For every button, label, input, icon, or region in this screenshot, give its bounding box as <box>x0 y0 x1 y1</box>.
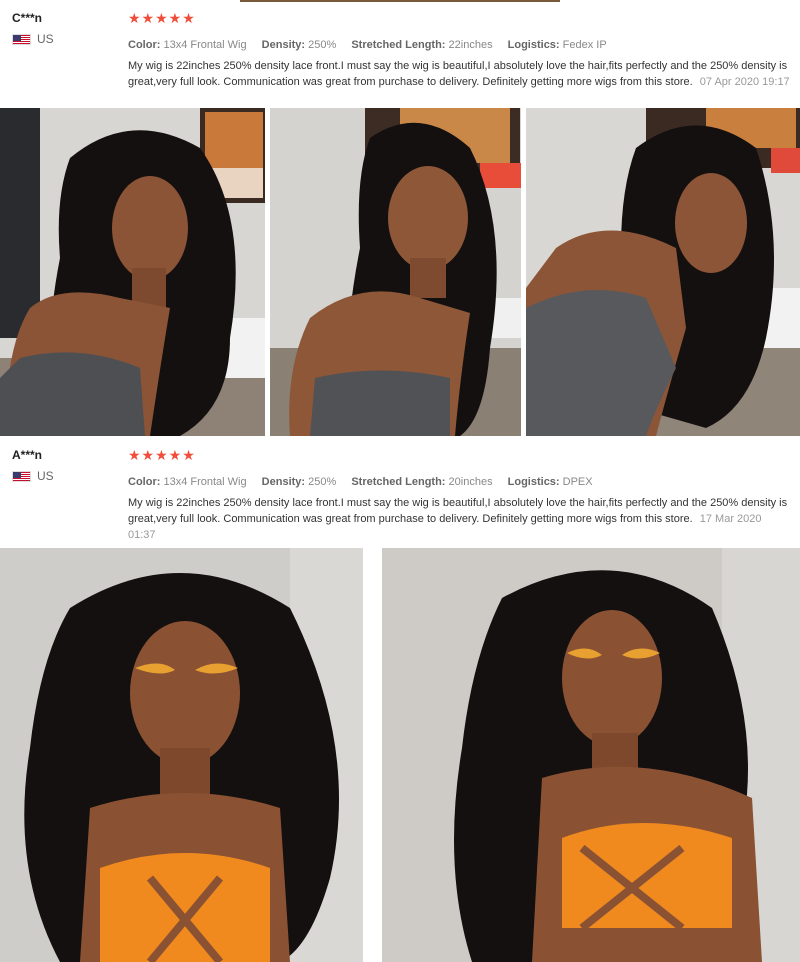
review-card: A***n US ★★★★★ Color: 13x4 Frontal Wig D… <box>0 439 800 545</box>
country-code: US <box>37 469 54 483</box>
review-card: C***n US ★★★★★ Color: 13x4 Frontal Wig D… <box>0 2 800 108</box>
star-rating: ★★★★★ <box>128 10 196 26</box>
review-content: ★★★★★ Color: 13x4 Frontal Wig Density: 2… <box>128 10 792 90</box>
review-text: My wig is 22inches 250% density lace fro… <box>128 58 792 90</box>
attr-value: 20inches <box>448 476 493 488</box>
country-code: US <box>37 32 54 46</box>
attr-value: Fedex IP <box>562 39 607 51</box>
review-photo[interactable] <box>526 108 800 436</box>
reviewer-name: C***n <box>12 11 43 25</box>
order-attributes: Color: 13x4 Frontal Wig Density: 250% St… <box>128 475 792 489</box>
star-rating: ★★★★★ <box>128 447 196 463</box>
reviewer-country: US <box>12 469 112 483</box>
review-body: My wig is 22inches 250% density lace fro… <box>128 497 788 525</box>
order-attributes: Color: 13x4 Frontal Wig Density: 250% St… <box>128 38 792 52</box>
us-flag-icon <box>12 470 31 482</box>
attr-label: Color: <box>128 476 161 488</box>
attr-value: 13x4 Frontal Wig <box>163 39 247 51</box>
attr-value: 250% <box>308 476 337 488</box>
attr-label: Logistics: <box>507 476 560 488</box>
attr-label: Color: <box>128 39 161 51</box>
review-text: My wig is 22inches 250% density lace fro… <box>128 495 792 543</box>
attr-label: Stretched Length: <box>351 39 446 51</box>
review-photo[interactable] <box>270 108 521 436</box>
attr-value: 13x4 Frontal Wig <box>163 476 247 488</box>
attr-label: Logistics: <box>507 39 560 51</box>
attr-value: 22inches <box>448 39 493 51</box>
reviewer-info: A***n US <box>12 447 112 483</box>
attr-value: 250% <box>308 39 337 51</box>
review-photo[interactable] <box>0 108 265 436</box>
review-body: My wig is 22inches 250% density lace fro… <box>128 60 788 88</box>
review-date: 07 Apr 2020 19:17 <box>699 76 790 88</box>
review-content: ★★★★★ Color: 13x4 Frontal Wig Density: 2… <box>128 447 792 543</box>
attr-label: Density: <box>261 476 306 488</box>
attr-label: Stretched Length: <box>351 476 446 488</box>
review-photo[interactable] <box>382 548 800 962</box>
reviewer-country: US <box>12 32 112 46</box>
attr-label: Density: <box>261 39 306 51</box>
review-photo[interactable] <box>0 548 363 962</box>
reviewer-name: A***n <box>12 448 43 462</box>
reviewer-info: C***n US <box>12 10 112 46</box>
attr-value: DPEX <box>562 476 593 488</box>
us-flag-icon <box>12 33 31 45</box>
